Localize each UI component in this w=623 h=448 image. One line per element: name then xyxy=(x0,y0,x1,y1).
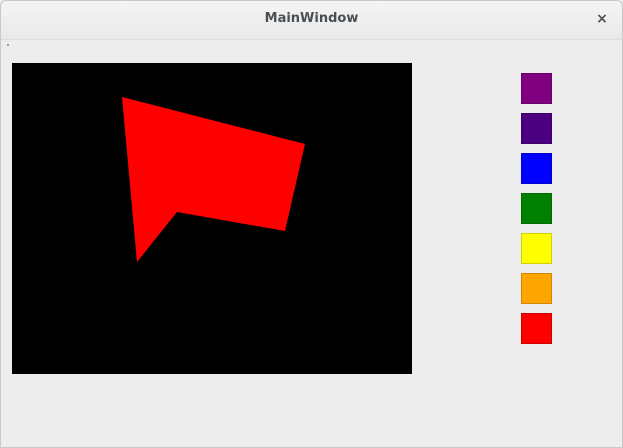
canvas-svg xyxy=(122,97,305,262)
menu-bar xyxy=(7,44,9,46)
close-icon: × xyxy=(596,11,608,27)
color-swatch-green[interactable] xyxy=(521,193,552,224)
color-swatch-blue[interactable] xyxy=(521,153,552,184)
color-swatch-purple[interactable] xyxy=(521,73,552,104)
title-bar[interactable]: MainWindow × xyxy=(1,1,622,40)
color-swatch-indigo[interactable] xyxy=(521,113,552,144)
main-window: MainWindow × xyxy=(0,0,623,448)
color-swatch-yellow[interactable] xyxy=(521,233,552,264)
window-title: MainWindow xyxy=(264,11,359,26)
color-swatch-red[interactable] xyxy=(521,313,552,344)
polygon-shape xyxy=(122,97,305,262)
color-swatch-orange[interactable] xyxy=(521,273,552,304)
drawing-canvas[interactable] xyxy=(12,63,412,374)
close-button[interactable]: × xyxy=(592,9,612,29)
